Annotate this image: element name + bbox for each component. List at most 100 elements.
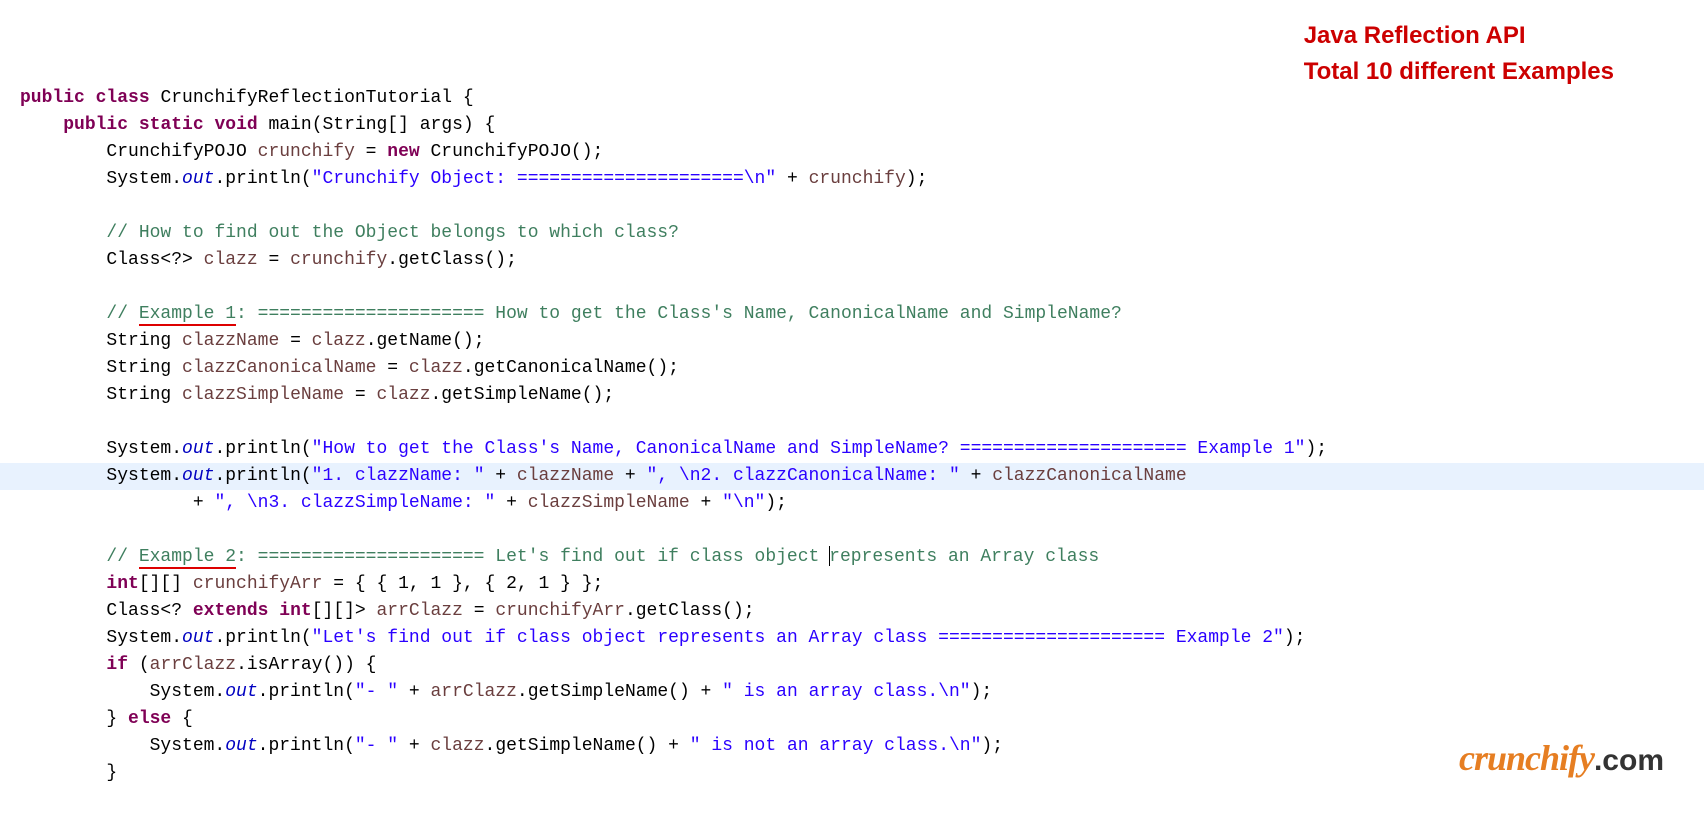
var: clazzSimpleName bbox=[182, 385, 344, 405]
var: arrClazz bbox=[150, 655, 236, 675]
var: crunchify bbox=[290, 250, 387, 270]
t: = { { 1, 1 }, { 2, 1 } }; bbox=[322, 574, 603, 594]
t: ); bbox=[971, 682, 993, 702]
crunchify-logo: crunchify.com bbox=[1459, 745, 1664, 774]
str: "1. clazzName: " bbox=[312, 466, 485, 486]
logo-brand: crunchify bbox=[1459, 738, 1594, 778]
out: out bbox=[182, 628, 214, 648]
out: out bbox=[182, 169, 214, 189]
var: arrClazz bbox=[377, 601, 463, 621]
str: ", \n3. clazzSimpleName: " bbox=[214, 493, 495, 513]
var: clazzCanonicalName bbox=[992, 466, 1186, 486]
cmt: : ===================== Let's find out i… bbox=[236, 547, 830, 567]
var: clazzCanonicalName bbox=[182, 358, 376, 378]
t: [][] bbox=[139, 574, 193, 594]
t: ); bbox=[1284, 628, 1306, 648]
kw-public: public bbox=[63, 115, 128, 135]
t: = bbox=[376, 358, 408, 378]
t: + bbox=[690, 493, 722, 513]
t: System. bbox=[106, 466, 182, 486]
t: = bbox=[344, 385, 376, 405]
t: String bbox=[106, 331, 182, 351]
kw-extends: extends bbox=[193, 601, 269, 621]
t: ); bbox=[765, 493, 787, 513]
kw-int: int bbox=[106, 574, 138, 594]
var: crunchify bbox=[809, 169, 906, 189]
t: } bbox=[106, 763, 117, 783]
out: out bbox=[225, 736, 257, 756]
t: .println( bbox=[214, 628, 311, 648]
t: Class<? bbox=[106, 601, 192, 621]
kw-static: static bbox=[139, 115, 204, 135]
t: .getSimpleName() + bbox=[517, 682, 722, 702]
var: crunchify bbox=[258, 142, 355, 162]
str: ", \n2. clazzCanonicalName: " bbox=[647, 466, 960, 486]
var: arrClazz bbox=[431, 682, 517, 702]
t: String bbox=[106, 385, 182, 405]
t: .println( bbox=[214, 439, 311, 459]
cmt: // bbox=[106, 547, 138, 567]
class-name: CrunchifyReflectionTutorial { bbox=[150, 88, 474, 108]
t: ( bbox=[128, 655, 150, 675]
kw-public: public bbox=[20, 88, 85, 108]
t: Class<?> bbox=[106, 250, 203, 270]
var: clazzSimpleName bbox=[528, 493, 690, 513]
out: out bbox=[182, 439, 214, 459]
t: .getCanonicalName(); bbox=[463, 358, 679, 378]
t: = bbox=[355, 142, 387, 162]
t: ); bbox=[1305, 439, 1327, 459]
t: .getName(); bbox=[366, 331, 485, 351]
t: [][]> bbox=[312, 601, 377, 621]
t: .println( bbox=[258, 682, 355, 702]
t: .println( bbox=[214, 169, 311, 189]
t bbox=[268, 601, 279, 621]
var: clazz bbox=[431, 736, 485, 756]
str: "Crunchify Object: =====================… bbox=[312, 169, 776, 189]
cmt: represents an Array class bbox=[829, 547, 1099, 567]
t: String bbox=[106, 358, 182, 378]
main-sig: main(String[] args) { bbox=[258, 115, 496, 135]
comment: // How to find out the Object belongs to… bbox=[106, 223, 679, 243]
t: + bbox=[398, 682, 430, 702]
annotation-box: Java Reflection API Total 10 different E… bbox=[1304, 18, 1614, 90]
code-content: public class CrunchifyReflectionTutorial… bbox=[20, 85, 1704, 787]
t: ); bbox=[981, 736, 1003, 756]
example-2-label: Example 2 bbox=[139, 547, 236, 569]
cmt: // bbox=[106, 304, 138, 324]
t: + bbox=[398, 736, 430, 756]
t: = bbox=[279, 331, 311, 351]
var: clazz bbox=[409, 358, 463, 378]
kw-void: void bbox=[214, 115, 257, 135]
t: .getSimpleName(); bbox=[431, 385, 615, 405]
t: CrunchifyPOJO bbox=[106, 142, 257, 162]
str: "Let's find out if class object represen… bbox=[312, 628, 1284, 648]
annotation-line1: Java Reflection API bbox=[1304, 18, 1614, 54]
example-1-label: Example 1 bbox=[139, 304, 236, 326]
t: + bbox=[495, 493, 527, 513]
t: CrunchifyPOJO(); bbox=[420, 142, 604, 162]
t: .getClass(); bbox=[625, 601, 755, 621]
t: System. bbox=[106, 439, 182, 459]
str: "\n" bbox=[722, 493, 765, 513]
logo-suffix: .com bbox=[1594, 744, 1664, 777]
t: + bbox=[960, 466, 992, 486]
str: "How to get the Class's Name, CanonicalN… bbox=[312, 439, 1306, 459]
annotation-line2: Total 10 different Examples bbox=[1304, 54, 1614, 90]
t: + bbox=[485, 466, 517, 486]
kw-if: if bbox=[106, 655, 128, 675]
t: .getClass(); bbox=[387, 250, 517, 270]
t: + bbox=[776, 169, 808, 189]
t: .isArray()) { bbox=[236, 655, 376, 675]
out: out bbox=[182, 466, 214, 486]
var: clazz bbox=[376, 385, 430, 405]
t: .println( bbox=[258, 736, 355, 756]
out: out bbox=[225, 682, 257, 702]
t: .getSimpleName() + bbox=[485, 736, 690, 756]
t: System. bbox=[150, 736, 226, 756]
kw-new: new bbox=[387, 142, 419, 162]
t: System. bbox=[150, 682, 226, 702]
code-editor[interactable]: public class CrunchifyReflectionTutorial… bbox=[0, 0, 1704, 814]
var: clazz bbox=[312, 331, 366, 351]
kw-int: int bbox=[279, 601, 311, 621]
var: clazz bbox=[204, 250, 258, 270]
